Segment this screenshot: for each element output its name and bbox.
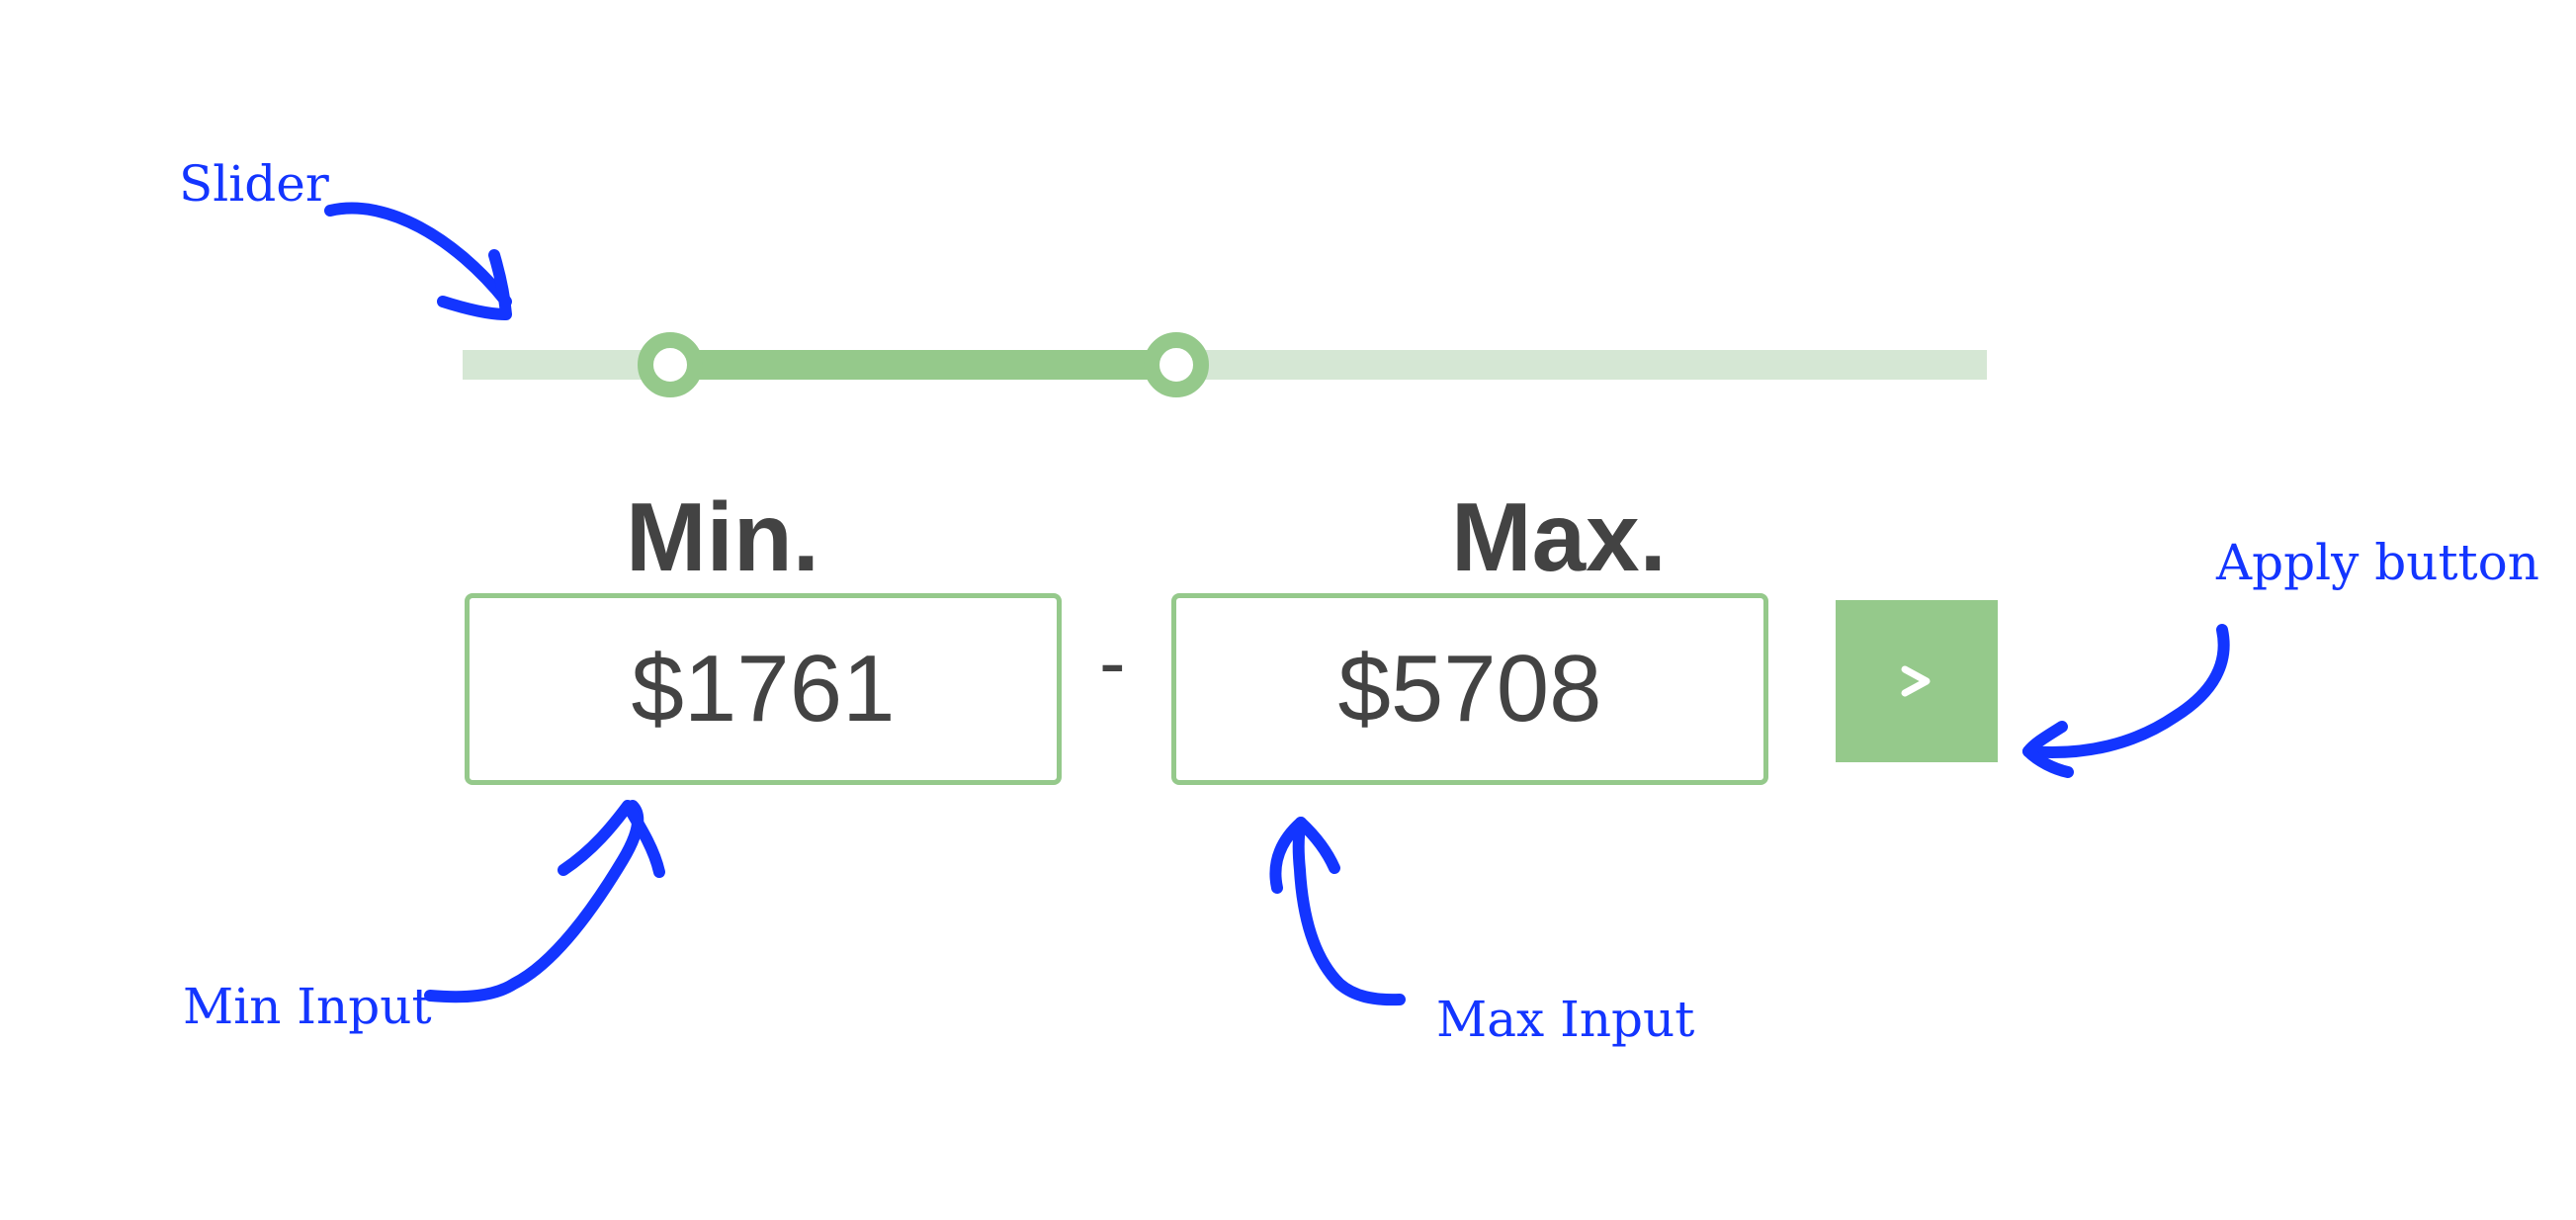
slider-arrow bbox=[324, 202, 512, 320]
range-separator: - bbox=[1099, 618, 1126, 706]
min-label: Min. bbox=[626, 482, 819, 591]
chevron-right-icon bbox=[1899, 661, 1934, 701]
min-input-annotation: Min Input bbox=[183, 978, 432, 1035]
slider-annotation: Slider bbox=[179, 155, 329, 213]
max-input-arrow bbox=[1269, 817, 1406, 1006]
min-input-arrow bbox=[424, 800, 665, 1003]
apply-button-arrow bbox=[2022, 624, 2230, 778]
max-label: Max. bbox=[1451, 482, 1667, 591]
max-price-input[interactable] bbox=[1171, 593, 1768, 785]
price-range-slider[interactable] bbox=[463, 332, 1987, 397]
apply-button[interactable] bbox=[1836, 600, 1998, 762]
apply-button-annotation: Apply button bbox=[2216, 534, 2539, 591]
slider-selected-range bbox=[669, 350, 1176, 380]
max-input-annotation: Max Input bbox=[1436, 991, 1695, 1048]
slider-max-handle[interactable] bbox=[1143, 332, 1209, 397]
min-price-input[interactable] bbox=[465, 593, 1062, 785]
slider-min-handle[interactable] bbox=[637, 332, 703, 397]
